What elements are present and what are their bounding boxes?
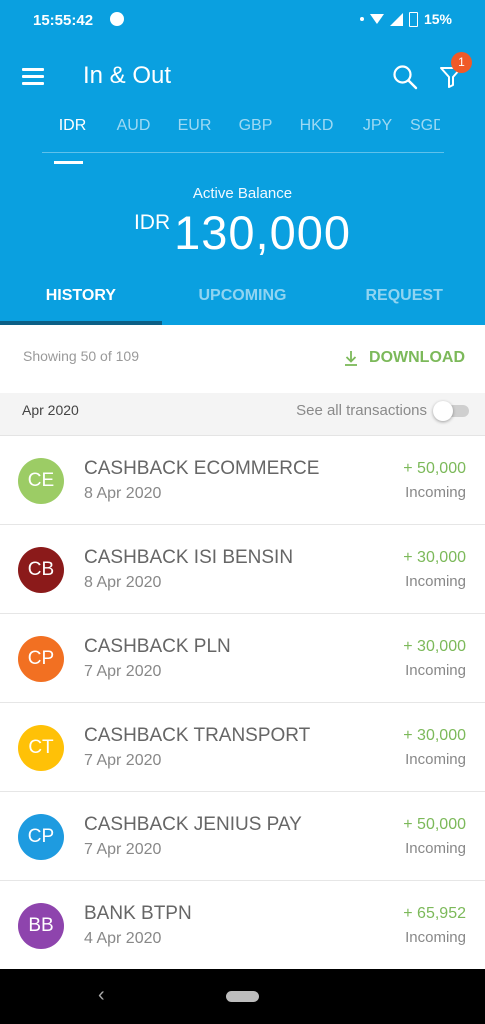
wifi-icon xyxy=(369,14,384,24)
month-bar: Apr 2020 See all transactions xyxy=(0,393,485,436)
transaction-date: 7 Apr 2020 xyxy=(84,841,162,858)
see-all-label: See all transactions xyxy=(296,402,427,419)
transaction-type: Incoming xyxy=(405,573,466,590)
transaction-amount: + 50,000 xyxy=(403,460,466,477)
transaction-list: CE CASHBACK ECOMMERCE 8 Apr 2020 + 50,000 In… xyxy=(0,436,485,970)
transaction-row[interactable]: BB BANK BTPN 4 Apr 2020 + 65,952 Incoming xyxy=(0,881,485,970)
status-time: 15:55:42 xyxy=(33,12,94,29)
download-label: DOWNLOAD xyxy=(369,349,465,366)
balance-currency: IDR xyxy=(133,211,171,234)
transaction-row[interactable]: CE CASHBACK ECOMMERCE 8 Apr 2020 + 50,000 In… xyxy=(0,436,485,525)
battery-level: 15% xyxy=(423,11,452,27)
transaction-amount: + 30,000 xyxy=(403,549,466,566)
menu-icon[interactable] xyxy=(22,68,44,86)
transaction-date: 7 Apr 2020 xyxy=(84,752,162,769)
transaction-type: Incoming xyxy=(405,662,466,679)
back-icon[interactable]: ‹ xyxy=(98,984,105,1007)
status-bar: 15:55:42 15% xyxy=(0,0,485,42)
tab-upcoming[interactable]: UPCOMING xyxy=(162,282,324,325)
transaction-name: CASHBACK PLN xyxy=(84,636,231,657)
system-nav-bar: ‹ xyxy=(0,969,485,1024)
avatar: CB xyxy=(18,547,64,593)
download-icon xyxy=(345,351,358,366)
avatar: CT xyxy=(18,725,64,771)
download-button[interactable]: DOWNLOAD xyxy=(344,349,465,367)
currency-tab-eur[interactable]: EUR xyxy=(164,115,225,152)
toggle-thumb xyxy=(433,401,453,421)
home-pill-icon[interactable] xyxy=(226,991,259,1002)
tab-request[interactable]: REQUEST xyxy=(323,282,485,325)
balance-display: IDR130,000 xyxy=(0,205,485,260)
currency-tab-hkd[interactable]: HKD xyxy=(286,115,347,152)
see-all-toggle[interactable] xyxy=(433,401,469,421)
avatar: BB xyxy=(18,903,64,949)
transaction-type: Incoming xyxy=(405,751,466,768)
currency-tab-aud[interactable]: AUD xyxy=(103,115,164,152)
transaction-amount: + 50,000 xyxy=(403,816,466,833)
transaction-row[interactable]: CP CASHBACK PLN 7 Apr 2020 + 30,000 Incoming xyxy=(0,614,485,703)
transaction-name: BANK BTPN xyxy=(84,903,192,924)
transaction-type: Incoming xyxy=(405,840,466,857)
transaction-date: 4 Apr 2020 xyxy=(84,930,162,947)
transaction-date: 8 Apr 2020 xyxy=(84,485,162,502)
transaction-date: 7 Apr 2020 xyxy=(84,663,162,680)
transaction-row[interactable]: CB CASHBACK ISI BENSIN 8 Apr 2020 + 30,000 I… xyxy=(0,525,485,614)
tab-history[interactable]: HISTORY xyxy=(0,282,162,325)
avatar: CP xyxy=(18,636,64,682)
balance-amount: 130,000 xyxy=(174,206,352,259)
notification-dot-icon xyxy=(359,17,364,21)
transaction-type: Incoming xyxy=(405,929,466,946)
signal-icon xyxy=(389,12,403,26)
avatar: CP xyxy=(18,814,64,860)
page-title: In & Out xyxy=(83,62,172,89)
active-balance-label: Active Balance xyxy=(192,185,293,202)
currency-tab-jpy[interactable]: JPY xyxy=(347,115,408,152)
notification-app-icon xyxy=(110,12,124,26)
transaction-name: CASHBACK ISI BENSIN xyxy=(84,547,294,568)
transaction-name: CASHBACK JENIUS PAY xyxy=(84,814,302,835)
currency-tab-sgd[interactable]: SGD xyxy=(408,115,440,152)
transaction-amount: + 65,952 xyxy=(403,905,466,922)
currency-tab-idr[interactable]: IDR xyxy=(42,115,103,164)
showing-count: Showing 50 of 109 xyxy=(23,348,139,364)
transaction-row[interactable]: CT CASHBACK TRANSPORT 7 Apr 2020 + 30,000 In… xyxy=(0,703,485,792)
battery-icon xyxy=(408,11,418,27)
transaction-name: CASHBACK TRANSPORT xyxy=(84,725,311,746)
app-toolbar: In & Out xyxy=(0,52,485,102)
list-header: Showing 50 of 109 DOWNLOAD xyxy=(0,325,485,393)
main-tabs: HISTORY UPCOMING REQUEST xyxy=(0,282,485,325)
status-icons: 15% xyxy=(359,11,452,27)
transaction-amount: + 30,000 xyxy=(403,638,466,655)
transaction-name: CASHBACK ECOMMERCE xyxy=(84,458,320,479)
currency-tab-gbp[interactable]: GBP xyxy=(225,115,286,152)
transaction-amount: + 30,000 xyxy=(403,727,466,744)
transaction-row[interactable]: CP CASHBACK JENIUS PAY 7 Apr 2020 + 50,000 I… xyxy=(0,792,485,881)
currency-tabs: IDR AUD EUR GBP HKD JPY SGD xyxy=(42,115,444,164)
transaction-type: Incoming xyxy=(405,484,466,501)
avatar: CE xyxy=(18,458,64,504)
transaction-date: 8 Apr 2020 xyxy=(84,574,162,591)
search-icon[interactable] xyxy=(392,64,418,90)
header: 15:55:42 15% In & Out 1 IDR AUD EUR GBP … xyxy=(0,0,485,325)
filter-count-badge: 1 xyxy=(451,52,472,73)
month-label: Apr 2020 xyxy=(22,402,79,418)
